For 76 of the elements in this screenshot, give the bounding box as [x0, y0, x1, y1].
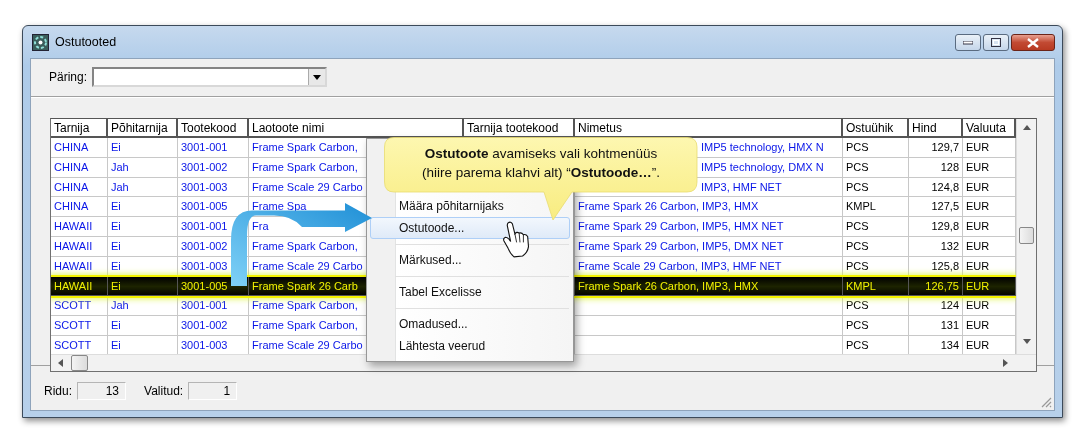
- table-cell: Ei: [108, 316, 178, 336]
- table-cell: 128: [909, 157, 963, 178]
- table-cell: 3001-001: [178, 138, 249, 158]
- table-cell: Frame Spark 26 Carbon, IMP3, HMX: [575, 197, 843, 218]
- table-cell: Frame Spark 29 Carbon, IMP5, DMX NET: [575, 237, 843, 257]
- maximize-icon: [991, 38, 1001, 47]
- menu-item[interactable]: Ostutoode...: [370, 217, 570, 239]
- scroll-right-icon[interactable]: [1003, 359, 1008, 367]
- table-cell: HAWAII: [51, 237, 108, 257]
- app-icon: [32, 33, 49, 51]
- scroll-up-icon[interactable]: [1022, 125, 1031, 130]
- hand-cursor-icon: [503, 221, 530, 258]
- table-cell: PCS: [843, 138, 909, 158]
- status-value: 13: [77, 381, 126, 400]
- table-cell: Frame Spark 29 Carbon, IMP5, HMX NET: [575, 217, 843, 237]
- table-cell: 129,8: [909, 217, 963, 237]
- table-cell: Ei: [108, 138, 178, 158]
- caret-icon: [313, 74, 322, 80]
- table-cell: 126,75: [909, 276, 963, 297]
- table-cell: SCOTT: [51, 316, 108, 336]
- maximize-button[interactable]: [983, 34, 1009, 51]
- table-cell: 3001-002: [178, 157, 249, 178]
- table-cell: 124,8: [909, 177, 963, 198]
- column-header[interactable]: Tootekood: [178, 119, 249, 136]
- table-cell: 132: [909, 237, 963, 257]
- table-cell: Jah: [108, 177, 178, 198]
- window-title: Ostutooted: [55, 35, 117, 49]
- status-value: 1: [188, 381, 238, 400]
- table-cell: PCS: [843, 177, 909, 198]
- status-label: Ridu:: [44, 383, 72, 398]
- status-label: Valitud:: [144, 383, 184, 398]
- table-cell: KMPL: [843, 276, 909, 297]
- table-cell: 3001-002: [178, 316, 249, 336]
- table-cell: Ei: [108, 276, 178, 297]
- table-cell: PCS: [843, 217, 909, 237]
- table-cell: 131: [909, 316, 963, 336]
- table-cell: Ei: [108, 217, 178, 237]
- table-cell: Ei: [108, 237, 178, 257]
- column-header[interactable]: Hind: [909, 119, 963, 136]
- table-cell: 129,7: [909, 138, 963, 158]
- minimize-button[interactable]: [955, 34, 981, 51]
- column-header[interactable]: Põhitarnija: [108, 119, 178, 136]
- query-label: Päring:: [49, 70, 88, 84]
- column-header[interactable]: Tarnija: [51, 119, 108, 136]
- table-cell: 3001-001: [178, 296, 249, 317]
- table-cell: Ei: [108, 197, 178, 218]
- table-cell: CHINA: [51, 138, 108, 158]
- vertical-scrollbar[interactable]: [1016, 119, 1036, 354]
- table-cell: CHINA: [51, 157, 108, 178]
- query-dropdown[interactable]: [92, 67, 328, 87]
- table-cell: Jah: [108, 157, 178, 178]
- table-cell: CHINA: [51, 177, 108, 198]
- scroll-thumb[interactable]: [1019, 227, 1034, 244]
- table-cell: 127,5: [909, 197, 963, 218]
- scroll-left-icon[interactable]: [58, 359, 63, 367]
- table-cell: CHINA: [51, 197, 108, 218]
- table-cell: Jah: [108, 296, 178, 317]
- table-cell: 124: [909, 296, 963, 317]
- close-button[interactable]: [1011, 34, 1055, 51]
- close-icon: [1027, 37, 1039, 48]
- table-cell: SCOTT: [51, 296, 108, 317]
- table-cell: PCS: [843, 296, 909, 317]
- resize-grip-icon[interactable]: [1040, 396, 1052, 408]
- table-cell: 3001-003: [178, 177, 249, 198]
- minimize-icon: [963, 40, 973, 45]
- table-cell: PCS: [843, 237, 909, 257]
- table-cell: HAWAII: [51, 217, 108, 237]
- scroll-down-icon[interactable]: [1022, 339, 1031, 344]
- table-cell: PCS: [843, 316, 909, 336]
- table-cell: HAWAII: [51, 276, 108, 297]
- table-cell: PCS: [843, 157, 909, 178]
- table-cell: Frame Spark 26 Carbon, IMP3, HMX: [575, 276, 843, 297]
- scroll-thumb[interactable]: [71, 355, 88, 371]
- column-header[interactable]: Ostuühik: [843, 119, 909, 136]
- horizontal-scrollbar[interactable]: [51, 354, 1036, 371]
- table-cell: KMPL: [843, 197, 909, 218]
